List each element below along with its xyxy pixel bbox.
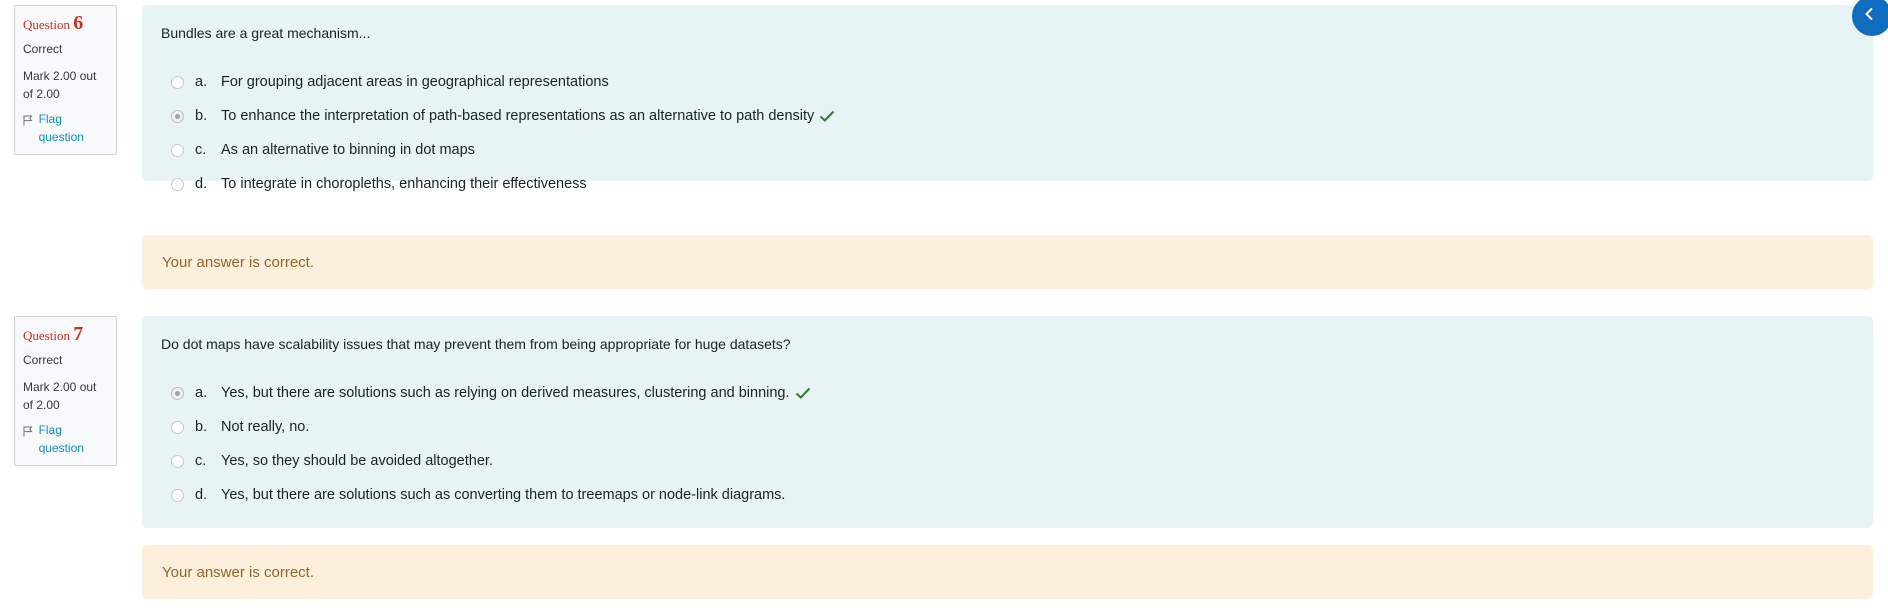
answer-text: To integrate in choropleths, enhancing t… <box>221 176 587 192</box>
answer-feedback: Your answer is correct. <box>142 545 1873 599</box>
answer-text: Yes, but there are solutions such as rel… <box>221 385 790 401</box>
answer-radio[interactable] <box>171 75 184 89</box>
chevron-left-icon <box>1864 7 1874 26</box>
flag-icon <box>23 421 35 457</box>
question-number: Question 6 <box>23 12 108 36</box>
flag-question-label: Flag question <box>38 112 84 144</box>
check-icon <box>819 109 835 123</box>
answer-option-a[interactable]: a. For grouping adjacent areas in geogra… <box>161 65 1854 99</box>
answer-text: Not really, no. <box>221 419 310 435</box>
question-grade: Mark 2.00 out of 2.00 <box>23 69 97 101</box>
flag-question-label: Flag question <box>38 423 84 455</box>
answer-option-d[interactable]: d. Yes, but there are solutions such as … <box>161 478 1854 512</box>
question-number: Question 7 <box>23 323 108 347</box>
answer-letter: c. <box>195 453 207 469</box>
question-label: Question <box>23 328 70 343</box>
question-label: Question <box>23 17 70 32</box>
answer-option-b[interactable]: b. To enhance the interpretation of path… <box>161 99 1854 133</box>
check-icon <box>795 386 811 400</box>
answer-text: As an alternative to binning in dot maps <box>221 142 475 158</box>
answer-letter: d. <box>195 176 208 192</box>
answer-list: a. For grouping adjacent areas in geogra… <box>161 65 1854 201</box>
flag-question-link[interactable]: Flag question <box>23 421 108 457</box>
answer-text: Yes, so they should be avoided altogethe… <box>221 453 493 469</box>
answer-text: To enhance the interpretation of path-ba… <box>221 108 815 124</box>
answer-radio[interactable] <box>171 420 184 434</box>
question-text: Do dot maps have scalability issues that… <box>161 336 791 352</box>
answer-letter: b. <box>195 108 208 124</box>
question-info: Question 7 Correct Mark 2.00 out of 2.00… <box>14 316 117 466</box>
answer-radio-selected[interactable] <box>171 109 184 123</box>
answer-radio[interactable] <box>171 143 184 157</box>
question-formulation: Do dot maps have scalability issues that… <box>142 316 1873 528</box>
question-number-value: 7 <box>73 323 84 345</box>
answer-letter: a. <box>195 74 208 90</box>
answer-list: a. Yes, but there are solutions such as … <box>161 376 1854 512</box>
answer-option-a[interactable]: a. Yes, but there are solutions such as … <box>161 376 1854 410</box>
drawer-toggle-button[interactable] <box>1852 0 1888 36</box>
feedback-text: Your answer is correct. <box>162 253 315 271</box>
quiz-review-page: Question 6 Correct Mark 2.00 out of 2.00… <box>0 0 1888 611</box>
answer-letter: c. <box>195 142 207 158</box>
answer-radio[interactable] <box>171 488 184 502</box>
question-number-value: 6 <box>73 12 84 34</box>
question-info: Question 6 Correct Mark 2.00 out of 2.00… <box>14 5 117 155</box>
answer-feedback: Your answer is correct. <box>142 235 1873 289</box>
answer-radio[interactable] <box>171 454 184 468</box>
question-text: Bundles are a great mechanism... <box>161 25 371 41</box>
answer-text: Yes, but there are solutions such as con… <box>221 487 786 503</box>
feedback-text: Your answer is correct. <box>162 563 315 581</box>
flag-icon <box>23 110 35 146</box>
answer-letter: b. <box>195 419 208 435</box>
question-formulation: Bundles are a great mechanism... a. For … <box>142 5 1873 192</box>
answer-radio[interactable] <box>171 177 184 191</box>
question-grade: Mark 2.00 out of 2.00 <box>23 380 97 412</box>
flag-question-link[interactable]: Flag question <box>23 110 108 146</box>
answer-option-c[interactable]: c. As an alternative to binning in dot m… <box>161 133 1854 167</box>
question-state: Correct <box>23 42 63 56</box>
answer-option-b[interactable]: b. Not really, no. <box>161 410 1854 444</box>
answer-letter: d. <box>195 487 208 503</box>
answer-text: For grouping adjacent areas in geographi… <box>221 74 609 90</box>
answer-letter: a. <box>195 385 208 401</box>
question-state: Correct <box>23 353 63 367</box>
answer-option-c[interactable]: c. Yes, so they should be avoided altoge… <box>161 444 1854 478</box>
answer-option-d[interactable]: d. To integrate in choropleths, enhancin… <box>161 167 1854 201</box>
answer-radio-selected[interactable] <box>171 386 184 400</box>
